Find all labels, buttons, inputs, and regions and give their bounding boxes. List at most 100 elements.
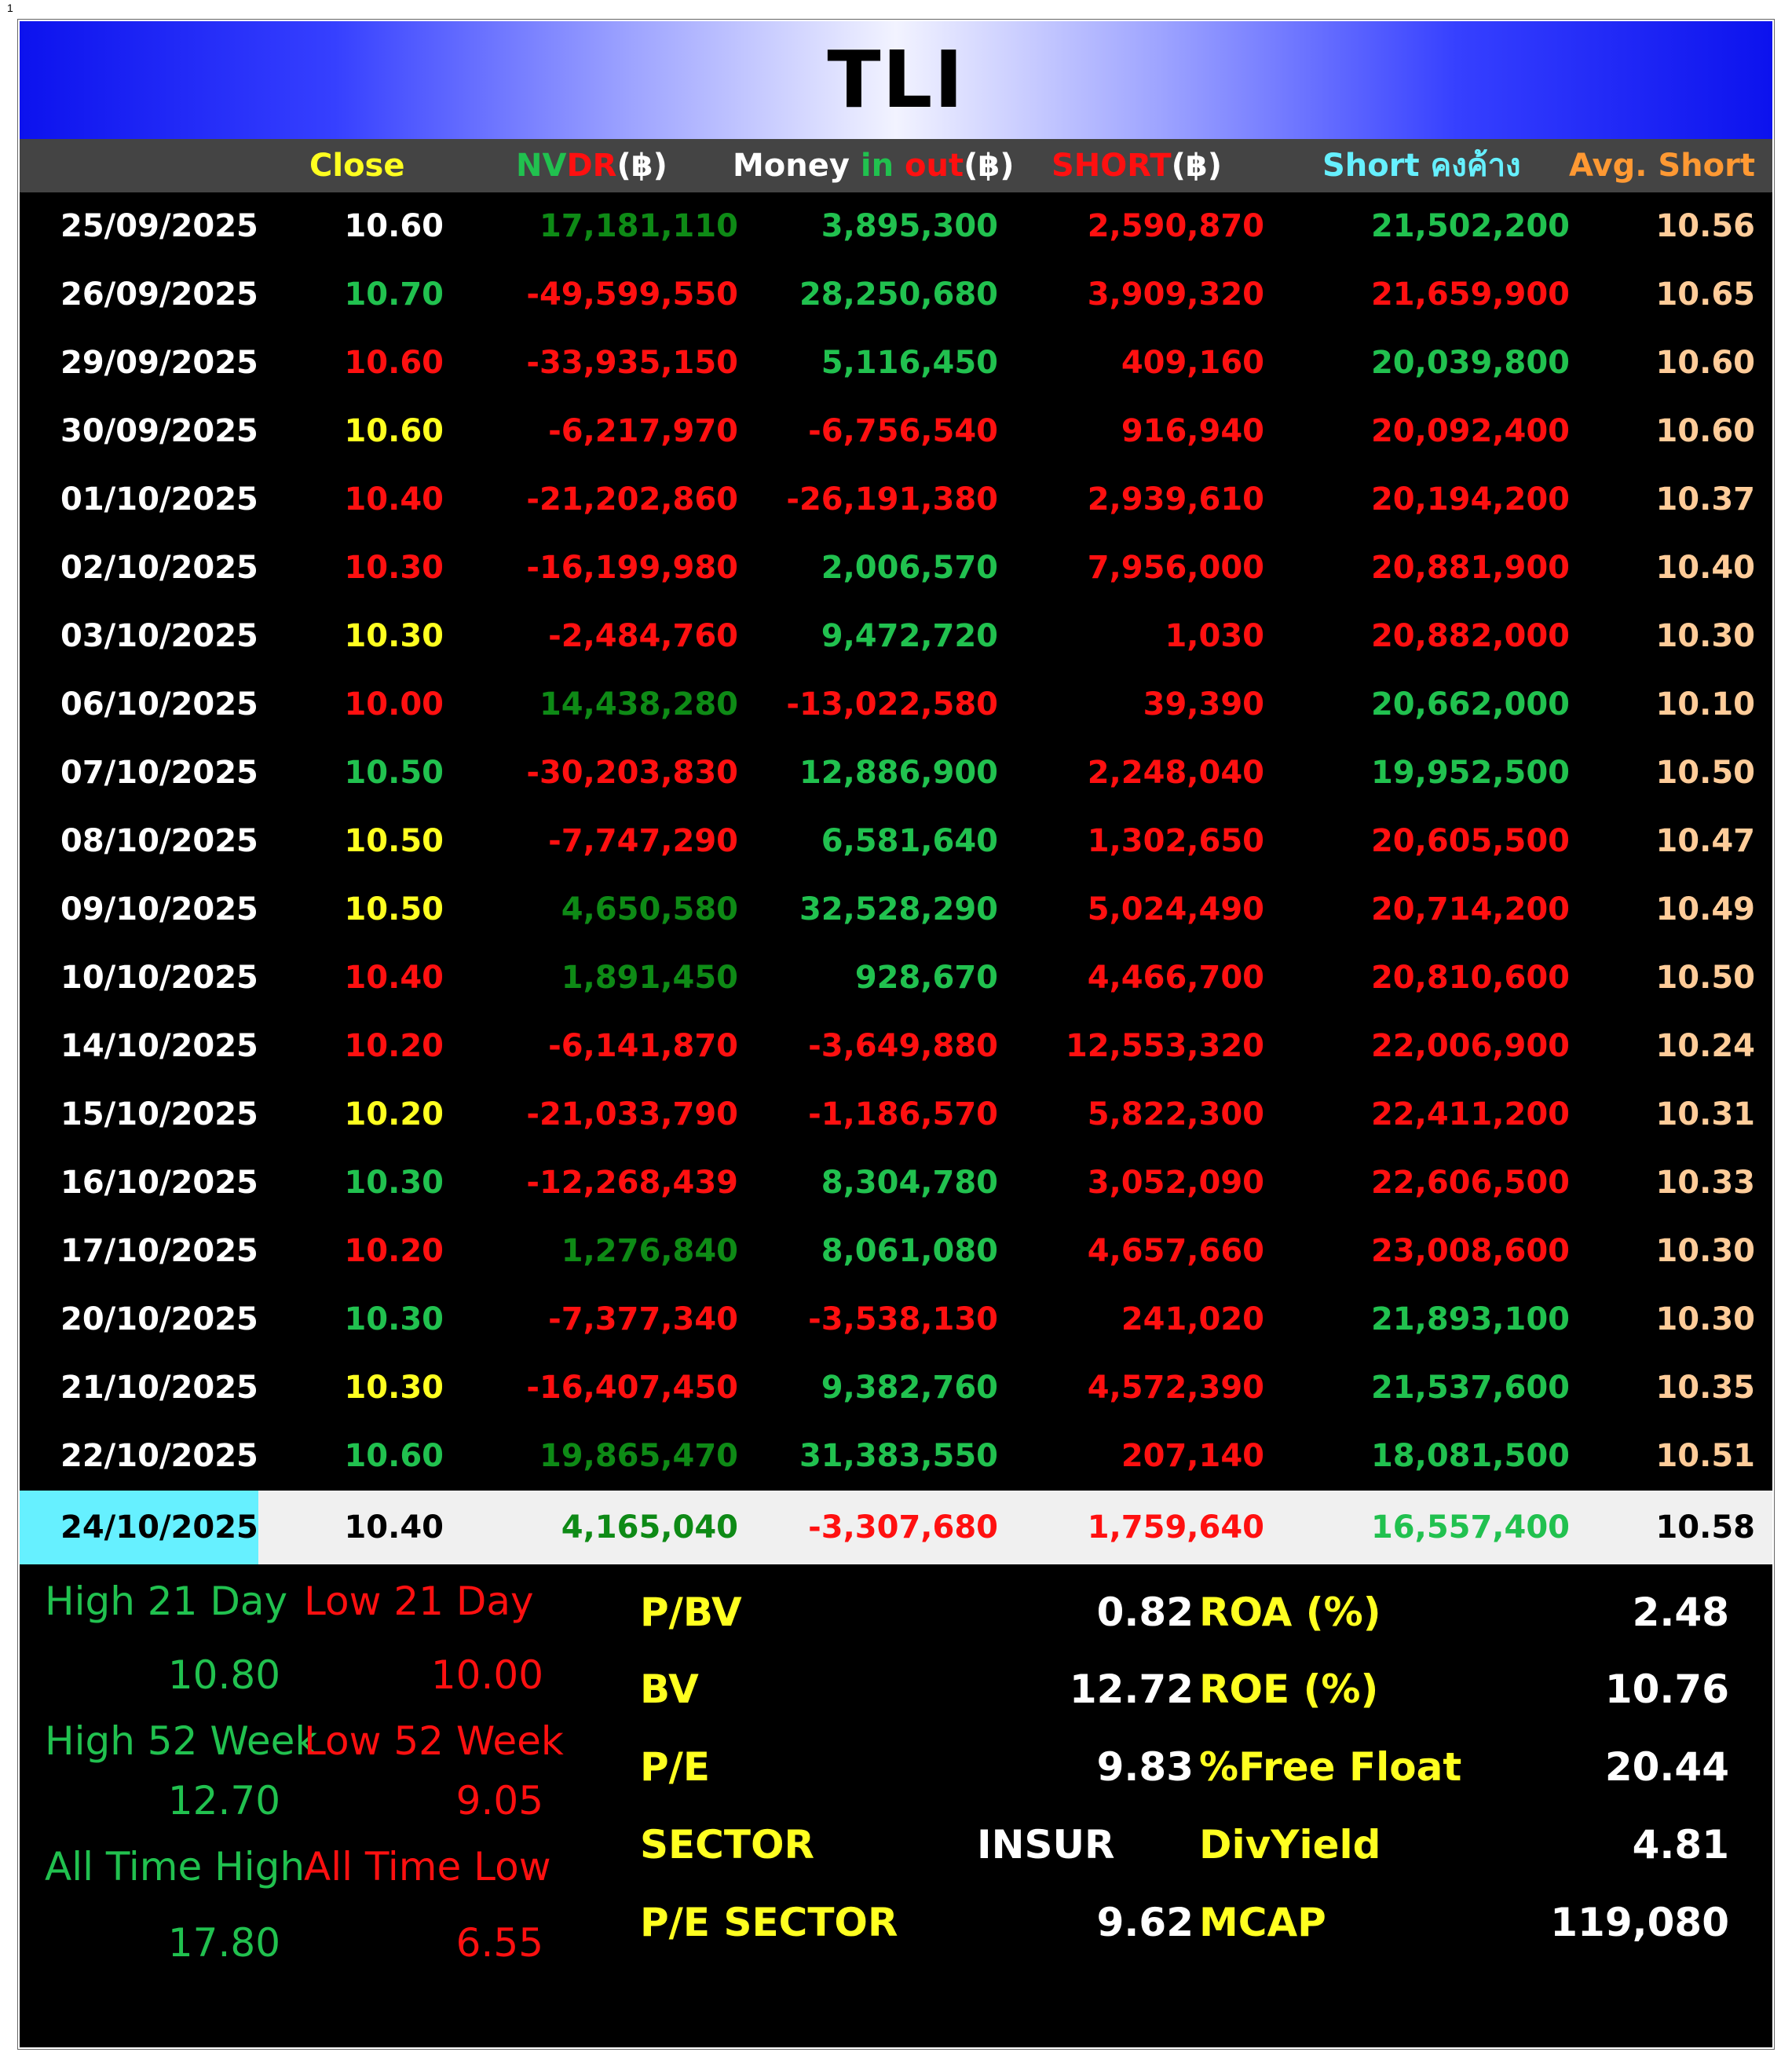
- avg-short-cell: 10.50: [1655, 755, 1755, 791]
- money-in-out-cell: 31,383,550: [799, 1438, 998, 1474]
- pe-value: 9.83: [1096, 1744, 1194, 1790]
- table-row: 26/09/2025 10.70 -49,599,550 28,250,680 3,90…: [20, 261, 1772, 329]
- header-short-outstanding: Short คงค้าง: [1322, 148, 1521, 184]
- nvdr-cell: 4,165,040: [561, 1509, 738, 1546]
- header-short-part: SHORT: [1051, 148, 1172, 184]
- short-outstanding-cell: 22,006,900: [1370, 1028, 1570, 1064]
- short-cell: 2,248,040: [1087, 755, 1264, 791]
- short-cell: 2,590,870: [1087, 208, 1264, 244]
- short-cell: 7,956,000: [1087, 550, 1264, 586]
- high-52-week-label: High 52 Week: [45, 1718, 318, 1764]
- money-in-out-cell: 5,116,450: [821, 345, 998, 381]
- high-21-day-value: 10.80: [167, 1652, 280, 1698]
- mcap-value: 119,080: [1550, 1900, 1729, 1945]
- short-cell: 5,024,490: [1087, 891, 1264, 927]
- date-cell: 16/10/2025: [60, 1165, 258, 1201]
- roe-value: 10.76: [1604, 1666, 1729, 1712]
- header-money-part: out: [905, 148, 964, 184]
- date-cell: 26/09/2025: [60, 276, 258, 313]
- header-close: Close: [309, 148, 405, 184]
- header-short-part: (฿): [1171, 148, 1222, 184]
- all-time-high-label: All Time High: [45, 1844, 305, 1890]
- table-row: 03/10/2025 10.30 -2,484,760 9,472,720 1,030 2…: [20, 602, 1772, 671]
- bv-value: 12.72: [1069, 1666, 1194, 1712]
- table-row: 14/10/2025 10.20 -6,141,870 -3,649,880 12,55…: [20, 1012, 1772, 1081]
- short-cell: 4,572,390: [1087, 1370, 1264, 1406]
- avg-short-cell: 10.33: [1655, 1165, 1755, 1201]
- table-row: 09/10/2025 10.50 4,650,580 32,528,290 5,024,…: [20, 876, 1772, 944]
- page-marker: 1: [7, 2, 13, 14]
- avg-short-cell: 10.10: [1655, 686, 1755, 723]
- nvdr-cell: -16,407,450: [526, 1370, 738, 1406]
- nvdr-cell: -16,199,980: [526, 550, 738, 586]
- money-in-out-cell: 8,304,780: [821, 1165, 998, 1201]
- header-money-part: (฿): [964, 148, 1015, 184]
- nvdr-cell: 14,438,280: [539, 686, 738, 723]
- close-cell: 10.60: [344, 345, 444, 381]
- pbv-value: 0.82: [1096, 1590, 1194, 1635]
- short-outstanding-cell: 19,952,500: [1370, 755, 1570, 791]
- date-cell: 01/10/2025: [60, 481, 258, 518]
- nvdr-cell: 19,865,470: [539, 1438, 738, 1474]
- sector-label: SECTOR: [640, 1822, 814, 1868]
- close-cell: 10.20: [344, 1096, 444, 1132]
- low-21-day-value: 10.00: [430, 1652, 543, 1698]
- date-cell: 03/10/2025: [60, 618, 258, 654]
- header-nvdr: NVDR(฿): [516, 139, 667, 192]
- avg-short-cell: 10.31: [1655, 1096, 1755, 1132]
- money-in-out-cell: -26,191,380: [786, 481, 998, 518]
- high-52-week-value: 12.70: [167, 1778, 280, 1824]
- close-cell: 10.30: [344, 1165, 444, 1201]
- short-outstanding-cell: 18,081,500: [1370, 1438, 1570, 1474]
- short-cell: 1,759,640: [1087, 1509, 1264, 1546]
- close-cell: 10.30: [344, 618, 444, 654]
- short-cell: 3,909,320: [1087, 276, 1264, 313]
- money-in-out-cell: 928,670: [854, 960, 998, 996]
- short-outstanding-cell: 21,893,100: [1370, 1301, 1570, 1337]
- money-in-out-cell: -1,186,570: [808, 1096, 998, 1132]
- close-cell: 10.30: [344, 1301, 444, 1337]
- close-cell: 10.40: [344, 481, 444, 518]
- avg-short-cell: 10.50: [1655, 960, 1755, 996]
- short-cell: 409,160: [1121, 345, 1264, 381]
- date-cell: 22/10/2025: [60, 1438, 258, 1474]
- avg-short-cell: 10.58: [1655, 1509, 1755, 1546]
- close-cell: 10.30: [344, 1370, 444, 1406]
- nvdr-cell: -12,268,439: [526, 1165, 738, 1201]
- money-in-out-cell: -6,756,540: [808, 413, 998, 449]
- money-in-out-cell: 2,006,570: [821, 550, 998, 586]
- date-cell: 02/10/2025: [60, 550, 258, 586]
- short-outstanding-cell: 22,411,200: [1370, 1096, 1570, 1132]
- date-cell: 30/09/2025: [60, 413, 258, 449]
- div-yield-value: 4.81: [1632, 1822, 1729, 1868]
- date-cell: 24/10/2025: [60, 1509, 258, 1546]
- close-cell: 10.40: [344, 1509, 444, 1546]
- avg-short-cell: 10.30: [1655, 1233, 1755, 1269]
- short-cell: 4,466,700: [1087, 960, 1264, 996]
- short-cell: 12,553,320: [1065, 1028, 1264, 1064]
- date-cell: 08/10/2025: [60, 823, 258, 859]
- close-cell: 10.20: [344, 1028, 444, 1064]
- summary-panel: High 21 Day Low 21 Day 10.80 10.00 High …: [20, 1564, 1772, 2047]
- avg-short-cell: 10.60: [1655, 413, 1755, 449]
- header-money-in-out: Money in out(฿): [733, 139, 1015, 192]
- table-row: 17/10/2025 10.20 1,276,840 8,061,080 4,657,6…: [20, 1217, 1772, 1286]
- money-in-out-cell: 9,472,720: [821, 618, 998, 654]
- short-outstanding-cell: 20,194,200: [1370, 481, 1570, 518]
- free-float-label: %Free Float: [1199, 1744, 1462, 1790]
- date-cell: 10/10/2025: [60, 960, 258, 996]
- pe-label: P/E: [640, 1744, 711, 1790]
- high-21-day-label: High 21 Day: [45, 1579, 288, 1624]
- close-cell: 10.70: [344, 276, 444, 313]
- table-row: 06/10/2025 10.00 14,438,280 -13,022,580 39,3…: [20, 671, 1772, 739]
- nvdr-cell: -2,484,760: [548, 618, 738, 654]
- short-cell: 916,940: [1121, 413, 1264, 449]
- short-outstanding-cell: 20,881,900: [1370, 550, 1570, 586]
- avg-short-cell: 10.47: [1655, 823, 1755, 859]
- header-nvdr-part: (฿): [616, 148, 667, 184]
- avg-short-cell: 10.65: [1655, 276, 1755, 313]
- short-outstanding-cell: 20,039,800: [1370, 345, 1570, 381]
- short-outstanding-cell: 21,502,200: [1370, 208, 1570, 244]
- avg-short-cell: 10.37: [1655, 481, 1755, 518]
- short-outstanding-cell: 23,008,600: [1370, 1233, 1570, 1269]
